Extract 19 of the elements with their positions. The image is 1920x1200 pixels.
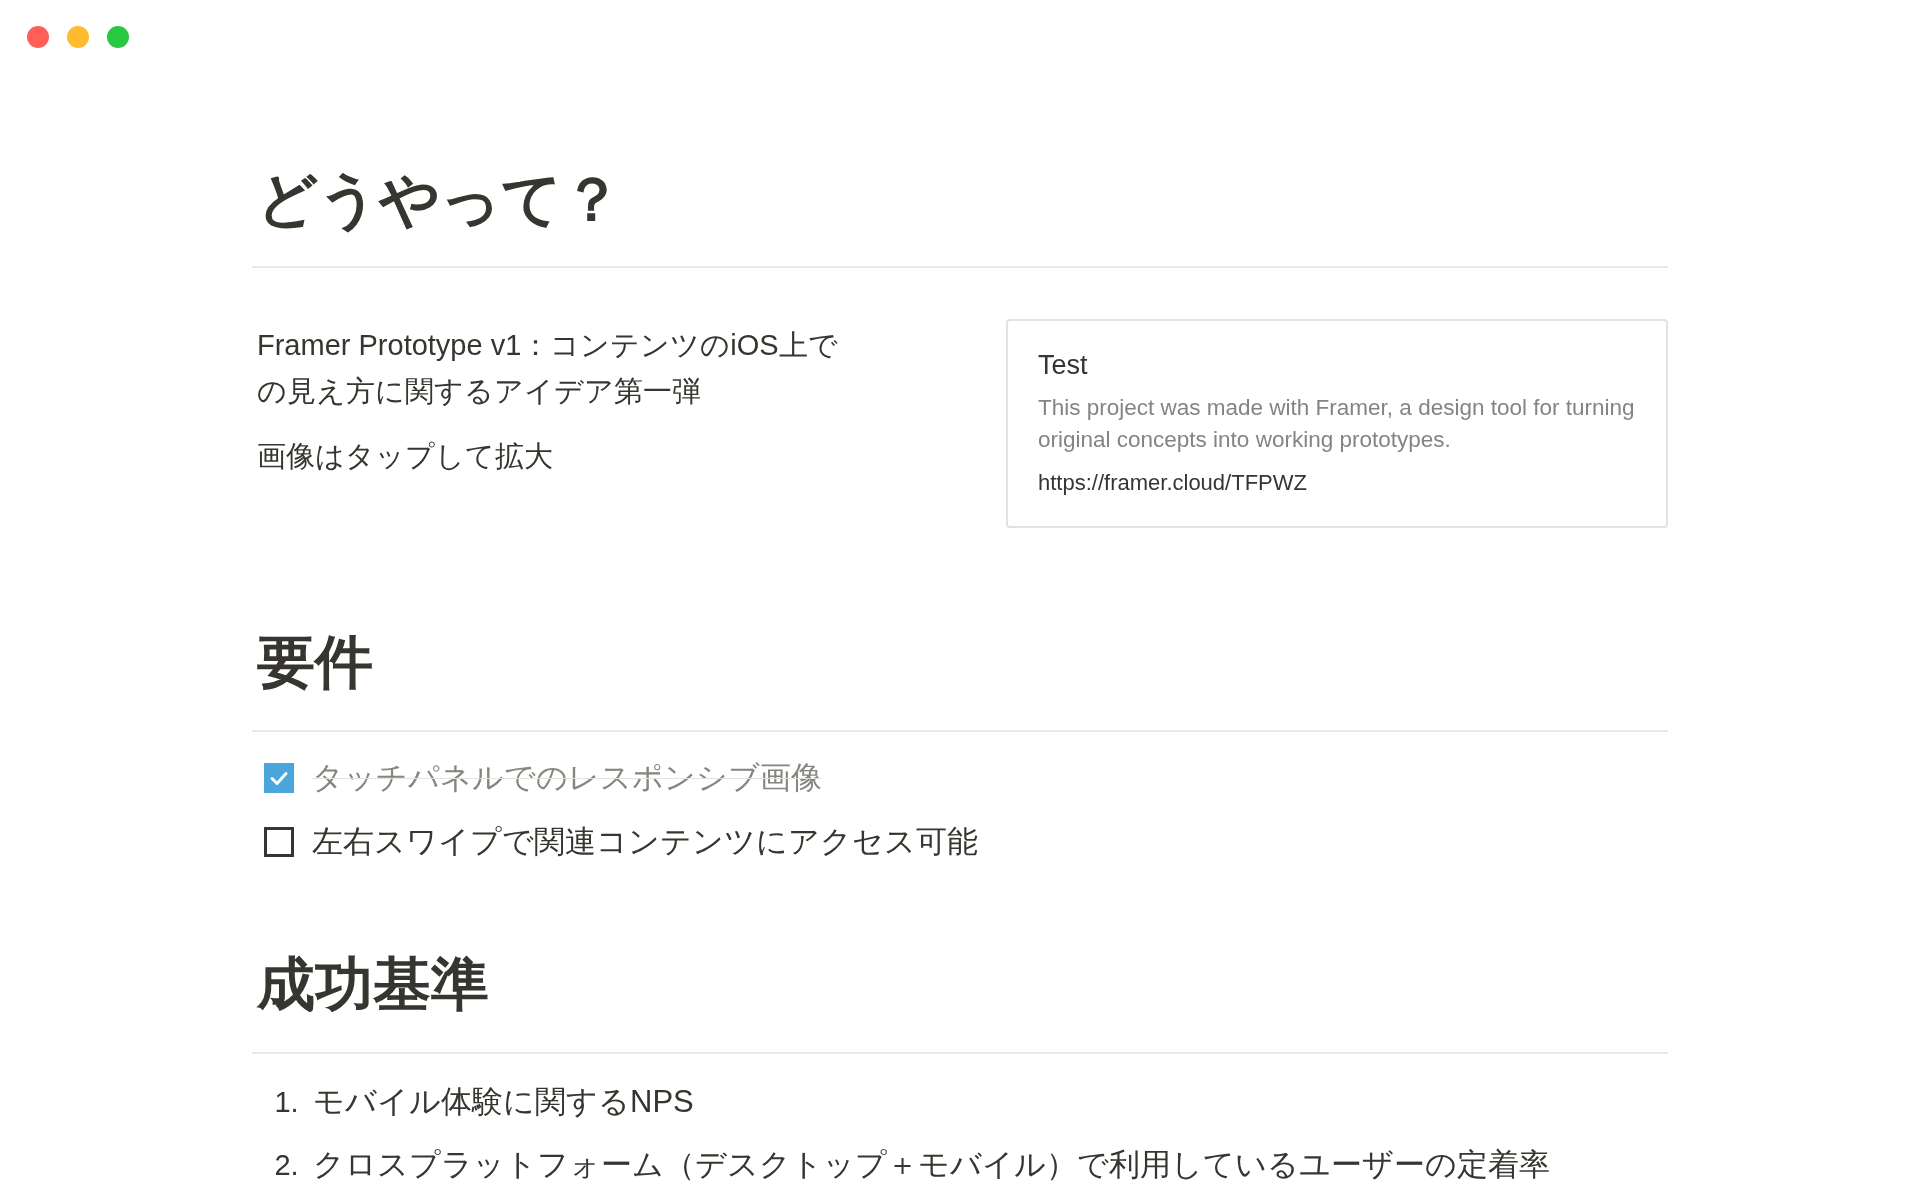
list-number: 2. [273,1148,300,1183]
checkbox[interactable] [264,763,294,793]
section-heading: 成功基準 [252,948,1668,1054]
list-text: モバイル体験に関するNPS [313,1083,694,1121]
bookmark-description: This project was made with Framer, a design tool for turning original concepts into working prototypes. [1038,394,1636,454]
bookmark-card[interactable]: Test This project was made with Framer, a design tool for turning original concepts into working prototypes. https://framer.cloud/TFPWZ [1006,319,1668,528]
section-heading: 要件 [252,626,1668,732]
list-number: 1. [273,1085,300,1120]
window-button[interactable] [107,26,129,48]
paragraph: 画像はタップして拡大 [257,439,554,474]
page-title: どうやって？ [252,164,1668,268]
list-text: クロスプラットフォーム（デスクトップ＋モバイル）で利用しているユーザーの定着率 [313,1146,1550,1184]
bookmark-title: Test [1038,349,1089,382]
window-button[interactable] [27,26,49,48]
todo-text: 左右スワイプで関連コンテンツにアクセス可能 [312,823,978,861]
checkbox[interactable] [264,827,294,857]
window-button[interactable] [67,26,89,48]
paragraph: Framer Prototype v1：コンテンツのiOS上での見え方に関するアイデア第一弾 [257,328,839,409]
bookmark-url: https://framer.cloud/TFPWZ [1038,469,1308,497]
